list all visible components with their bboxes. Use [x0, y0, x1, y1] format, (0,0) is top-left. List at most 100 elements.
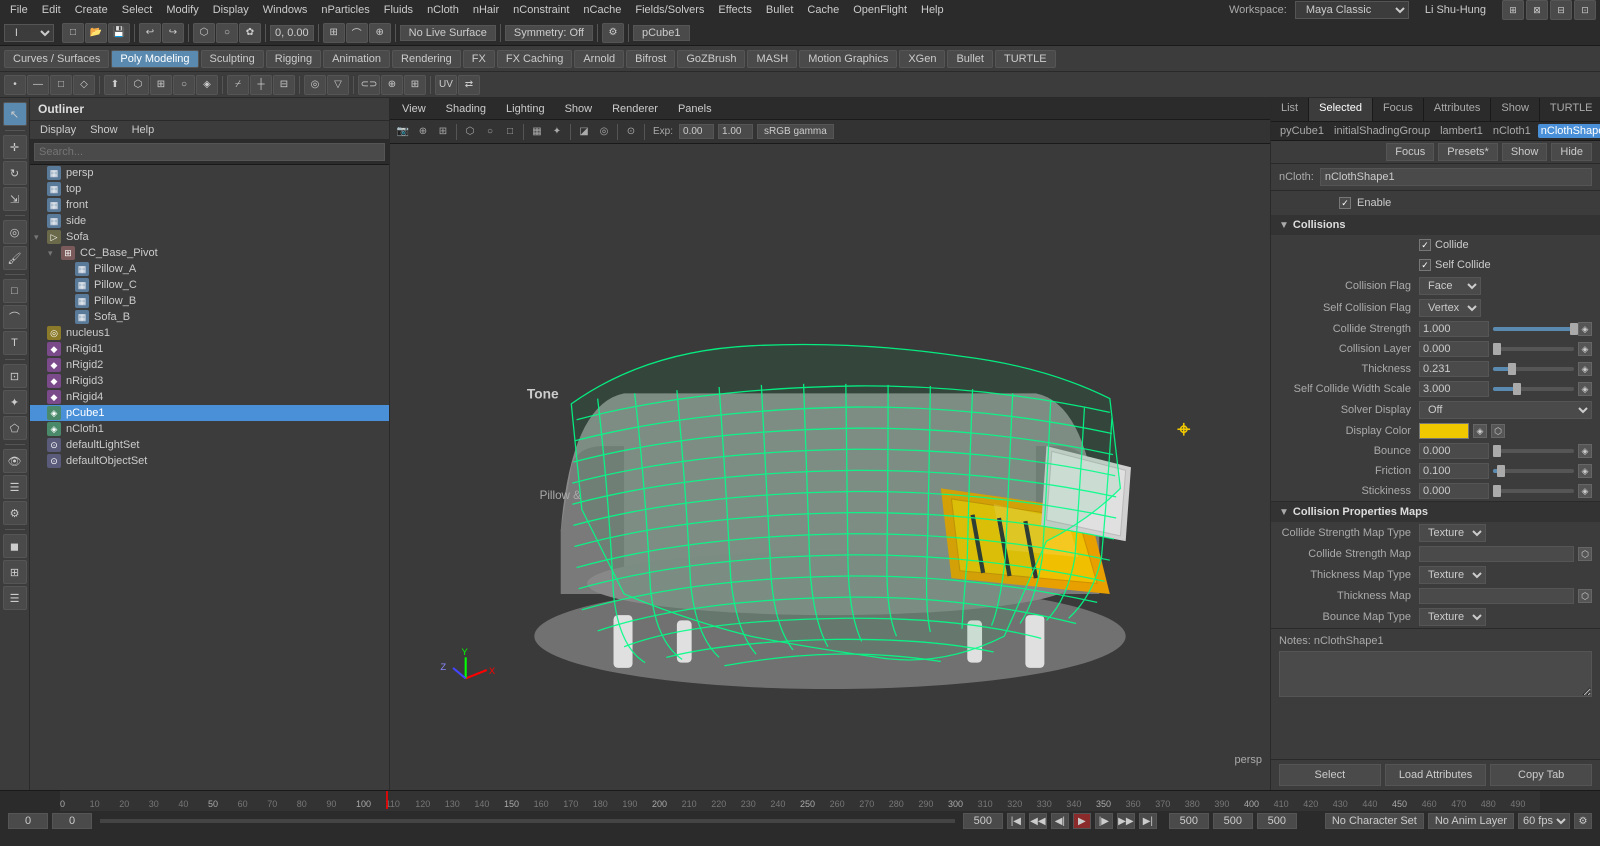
go-start-btn[interactable]: |◀ — [1007, 813, 1025, 829]
stickiness-slider[interactable] — [1493, 489, 1574, 493]
display-color-pick-btn[interactable]: ◈ — [1473, 424, 1487, 438]
tree-item-Sofa_B[interactable]: ▦Sofa_B — [30, 309, 389, 325]
anim-start-input[interactable] — [1169, 813, 1209, 829]
tree-item-persp[interactable]: ▦persp — [30, 165, 389, 181]
bc-pycube1[interactable]: pyCube1 — [1277, 124, 1327, 138]
ae-tab-focus[interactable]: Focus — [1373, 98, 1424, 121]
outliner-tab-help[interactable]: Help — [126, 123, 161, 137]
bounce-map-type-dropdown[interactable]: Texture None — [1419, 608, 1486, 626]
attribute-editor-body[interactable]: ✓ Enable ▼ Collisions ✓ Collision Flag C… — [1271, 191, 1600, 759]
tab-arnold[interactable]: Arnold — [574, 50, 624, 68]
menu-display[interactable]: Display — [207, 2, 255, 18]
menu-select[interactable]: Select — [116, 2, 159, 18]
offset-edge-btn[interactable]: ⊟ — [273, 75, 295, 95]
select-vertex-btn[interactable]: • — [4, 75, 26, 95]
vp-menu-show[interactable]: Show — [561, 102, 597, 116]
outliner-tab-show[interactable]: Show — [84, 123, 124, 137]
gamma-mode[interactable]: sRGB gamma — [757, 124, 834, 139]
tree-item-defaultLightSet[interactable]: ⊙defaultLightSet — [30, 437, 389, 453]
collide-strength-extra-btn[interactable]: ◈ — [1578, 322, 1592, 336]
tree-item-nRigid1[interactable]: ◆nRigid1 — [30, 341, 389, 357]
tab-animation[interactable]: Animation — [323, 50, 390, 68]
menu-file[interactable]: File — [4, 2, 34, 18]
select-bottom-btn[interactable]: Select — [1279, 764, 1381, 786]
play-btn[interactable]: ▶ — [1073, 813, 1091, 829]
self-collide-width-input[interactable] — [1419, 381, 1489, 397]
tab-rendering[interactable]: Rendering — [392, 50, 461, 68]
paint-btn[interactable]: ✿ — [239, 23, 261, 43]
menu-help[interactable]: Help — [915, 2, 950, 18]
self-collision-flag-dropdown[interactable]: Vertex Edge Face — [1419, 299, 1481, 317]
collisions-section-header[interactable]: ▼ Collisions — [1271, 215, 1600, 235]
create-poly-btn[interactable]: □ — [3, 279, 27, 303]
thickness-extra-btn[interactable]: ◈ — [1578, 362, 1592, 376]
ae-tab-selected[interactable]: Selected — [1309, 98, 1373, 121]
vp-select-mask-btn[interactable]: ⊕ — [414, 123, 432, 141]
light-tool-btn[interactable]: ✦ — [3, 390, 27, 414]
extrude-btn[interactable]: ⬆ — [104, 75, 126, 95]
smooth-btn[interactable]: ◎ — [304, 75, 326, 95]
vp-wire-btn[interactable]: ⬡ — [461, 123, 479, 141]
menu-nconstraint[interactable]: nConstraint — [507, 2, 575, 18]
tree-item-side[interactable]: ▦side — [30, 213, 389, 229]
outliner-btn[interactable]: ☰ — [3, 586, 27, 610]
presets-button[interactable]: Presets* — [1438, 143, 1498, 161]
tree-item-nCloth1[interactable]: ◈nCloth1 — [30, 421, 389, 437]
tree-item-top[interactable]: ▦top — [30, 181, 389, 197]
menu-nhair[interactable]: nHair — [467, 2, 505, 18]
friction-extra-btn[interactable]: ◈ — [1578, 464, 1592, 478]
attribute-editor-btn[interactable]: ⚙ — [3, 501, 27, 525]
new-file-btn[interactable]: □ — [62, 23, 84, 43]
timeline-ruler[interactable]: 0102030405060708090100110120130140150160… — [60, 791, 1540, 811]
shelf-btn[interactable]: ◼ — [3, 534, 27, 558]
enable-checkbox[interactable]: ✓ — [1339, 197, 1351, 209]
step-back-btn[interactable]: ◀◀ — [1029, 813, 1047, 829]
tab-motion-graphics[interactable]: Motion Graphics — [799, 50, 897, 68]
focus-button[interactable]: Focus — [1386, 143, 1434, 161]
vp-snap-btn[interactable]: ⊞ — [434, 123, 452, 141]
tab-turtle[interactable]: TURTLE — [995, 50, 1056, 68]
uv-editor-btn[interactable]: UV — [435, 75, 457, 95]
tree-item-pCube1[interactable]: ◈pCube1 — [30, 405, 389, 421]
tab-sculpting[interactable]: Sculpting — [201, 50, 264, 68]
timeline-end-input[interactable] — [963, 813, 1003, 829]
snap-grid-btn[interactable]: ⊞ — [323, 23, 345, 43]
thickness-input[interactable] — [1419, 361, 1489, 377]
collide-strength-map-input[interactable] — [1419, 546, 1574, 562]
vp-menu-view[interactable]: View — [398, 102, 430, 116]
boolean-btn[interactable]: ⊕ — [381, 75, 403, 95]
next-frame-btn[interactable]: |▶ — [1095, 813, 1113, 829]
transfer-attr-btn[interactable]: ⇄ — [458, 75, 480, 95]
merge-btn[interactable]: ◈ — [196, 75, 218, 95]
tree-item-Sofa[interactable]: ▾▷Sofa — [30, 229, 389, 245]
insert-edge-btn[interactable]: ┼ — [250, 75, 272, 95]
step-forward-btn[interactable]: ▶▶ — [1117, 813, 1135, 829]
stickiness-extra-btn[interactable]: ◈ — [1578, 484, 1592, 498]
select-edge-btn[interactable]: — — [27, 75, 49, 95]
timeline-start-input[interactable] — [8, 813, 48, 829]
hide-button[interactable]: Hide — [1551, 143, 1592, 161]
collision-layer-slider[interactable] — [1493, 347, 1574, 351]
viewport-canvas[interactable]: Pillow & Tone X Y Z — [390, 144, 1270, 770]
thickness-slider[interactable] — [1493, 367, 1574, 371]
tab-xgen[interactable]: XGen — [899, 50, 945, 68]
outliner-tab-display[interactable]: Display — [34, 123, 82, 137]
bounce-slider[interactable] — [1493, 449, 1574, 453]
vp-menu-lighting[interactable]: Lighting — [502, 102, 549, 116]
bc-lambert1[interactable]: lambert1 — [1437, 124, 1486, 138]
vp-texture-btn[interactable]: ▦ — [528, 123, 546, 141]
rotate-tool-btn[interactable]: ↻ — [3, 161, 27, 185]
collide-strength-map-type-dropdown[interactable]: Texture None — [1419, 524, 1486, 542]
display-color-swatch[interactable] — [1419, 423, 1469, 439]
vp-camera-btn[interactable]: 📷 — [394, 123, 412, 141]
menu-openflight[interactable]: OpenFlight — [847, 2, 913, 18]
timeline-current-input[interactable] — [52, 813, 92, 829]
layout-btn-3[interactable]: ⊟ — [1550, 0, 1572, 20]
vp-ao-btn[interactable]: ◎ — [595, 123, 613, 141]
menu-edit[interactable]: Edit — [36, 2, 67, 18]
tab-bifrost[interactable]: Bifrost — [626, 50, 675, 68]
channel-box-btn[interactable]: ☰ — [3, 475, 27, 499]
vp-flat-btn[interactable]: □ — [501, 123, 519, 141]
tree-item-defaultObjectSet[interactable]: ⊙defaultObjectSet — [30, 453, 389, 469]
menu-modify[interactable]: Modify — [160, 2, 204, 18]
